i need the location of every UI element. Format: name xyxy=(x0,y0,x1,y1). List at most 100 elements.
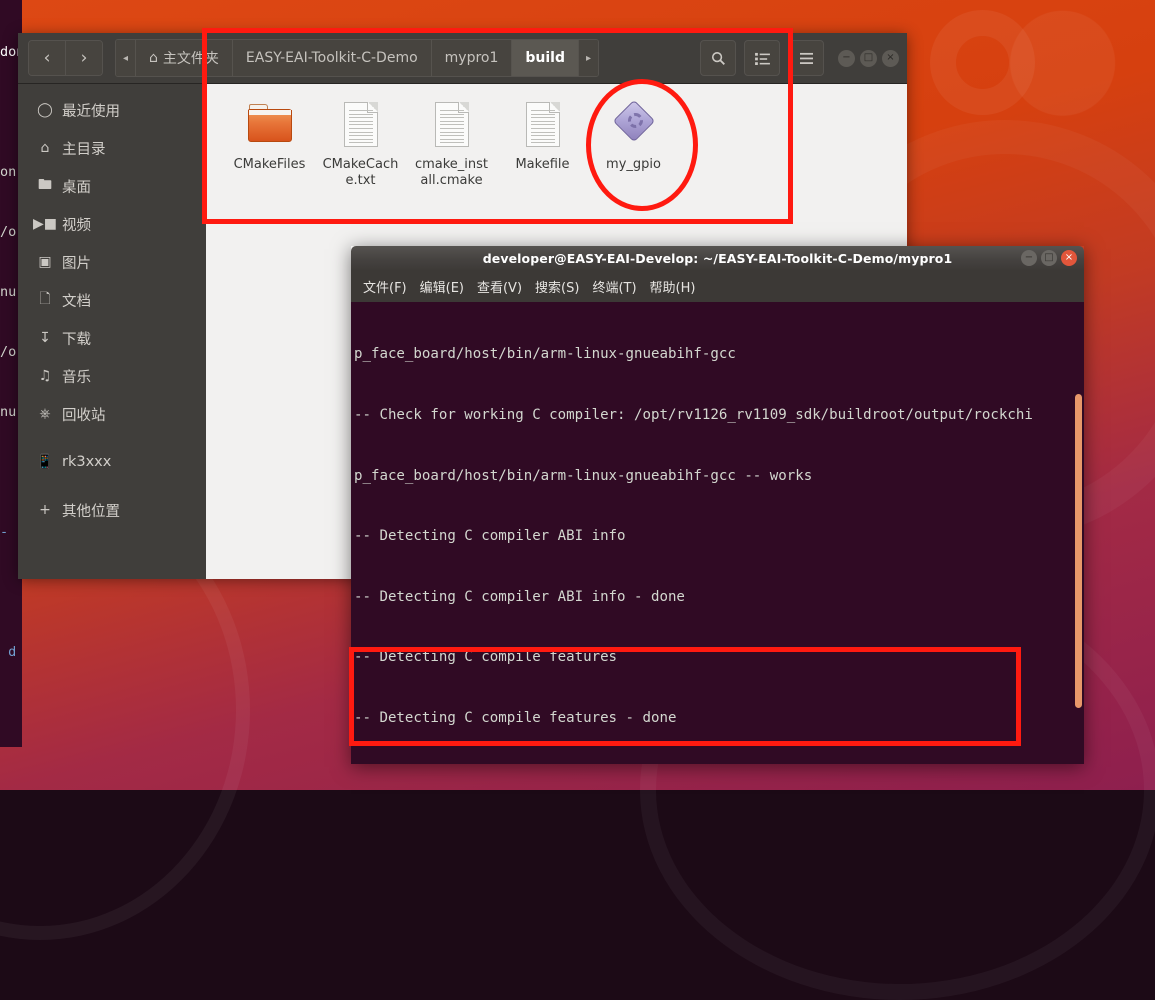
sidebar-item-pictures[interactable]: ▣ 图片 xyxy=(18,243,206,281)
text-file-icon xyxy=(337,100,385,152)
breadcrumb-label: 主文件夹 xyxy=(162,51,219,67)
bg-term-line xyxy=(0,702,22,722)
sidebar-item-home[interactable]: ⌂ 主目录 xyxy=(18,129,206,167)
breadcrumb: ◂ ⌂ 主文件夹 EASY-EAI-Toolkit-C-Demo mypro1 … xyxy=(115,39,600,77)
terminal-window-controls: − □ × xyxy=(1021,250,1077,266)
menu-item-view[interactable]: 查看(V) xyxy=(477,277,522,296)
text-file-icon xyxy=(428,100,476,152)
folder-icon: 🖿 xyxy=(38,177,52,193)
minimize-button[interactable]: − xyxy=(838,49,855,67)
file-item-cmakecache[interactable]: CMakeCache.txt xyxy=(315,96,406,188)
text-file-icon xyxy=(519,100,567,152)
search-icon[interactable] xyxy=(700,40,736,76)
sidebar-item-label: 回收站 xyxy=(62,407,106,424)
wallpaper-ring-decoration xyxy=(930,10,1035,115)
document-icon: 🗋 xyxy=(39,291,51,307)
sidebar-divider xyxy=(18,433,206,443)
sidebar-item-label: 文档 xyxy=(62,293,91,310)
folder-icon xyxy=(246,100,294,152)
trash-icon: ⎈ xyxy=(39,406,51,422)
sidebar-item-downloads[interactable]: ↧ 下载 xyxy=(18,319,206,357)
terminal-maximize-button[interactable]: □ xyxy=(1041,250,1057,266)
download-icon: ↧ xyxy=(39,330,51,346)
maximize-button[interactable]: □ xyxy=(860,49,877,67)
breadcrumb-item-build[interactable]: build xyxy=(512,40,579,76)
file-name: CMakeFiles xyxy=(233,157,306,172)
header-right-controls: − □ × xyxy=(692,40,907,76)
hamburger-menu-icon[interactable] xyxy=(788,40,824,76)
bg-term-line xyxy=(0,582,22,602)
breadcrumb-item-project[interactable]: EASY-EAI-Toolkit-C-Demo xyxy=(232,40,432,76)
sidebar-item-desktop[interactable]: 🖿 桌面 xyxy=(18,167,206,205)
menu-item-search[interactable]: 搜索(S) xyxy=(535,277,579,296)
file-item-cmake-install[interactable]: cmake_install.cmake xyxy=(406,96,497,188)
nav-button-group: ‹ › xyxy=(28,40,103,76)
video-icon: ▶■ xyxy=(33,216,57,232)
terminal-line: -- Detecting C compiler ABI info xyxy=(354,528,626,545)
file-name: my_gpio xyxy=(606,157,661,172)
plus-icon: + xyxy=(39,502,51,518)
device-icon: 📱 xyxy=(36,454,54,470)
terminal-window[interactable]: developer@EASY-EAI-Develop: ~/EASY-EAI-T… xyxy=(351,246,1084,764)
terminal-line: -- Detecting C compile features - done xyxy=(354,710,677,727)
sidebar-item-videos[interactable]: ▶■ 视频 xyxy=(18,205,206,243)
terminal-line: p_face_board/host/bin/arm-linux-gnueabih… xyxy=(354,467,813,484)
file-name: cmake_install.cmake xyxy=(414,157,489,188)
terminal-output[interactable]: p_face_board/host/bin/arm-linux-gnueabih… xyxy=(351,302,1084,764)
camera-icon: ▣ xyxy=(38,254,52,270)
terminal-title-bar[interactable]: developer@EASY-EAI-Develop: ~/EASY-EAI-T… xyxy=(351,246,1084,271)
sidebar-item-label: 图片 xyxy=(62,255,91,272)
sidebar-item-trash[interactable]: ⎈ 回收站 xyxy=(18,395,206,433)
terminal-menu-bar: 文件(F) 编辑(E) 查看(V) 搜索(S) 终端(T) 帮助(H) xyxy=(351,271,1084,302)
breadcrumb-label: EASY-EAI-Toolkit-C-Demo xyxy=(245,50,418,66)
file-manager-header: ‹ › ◂ ⌂ 主文件夹 EASY-EAI-Toolkit-C-Demo myp… xyxy=(18,33,907,84)
sidebar-item-other-locations[interactable]: + 其他位置 xyxy=(18,491,206,529)
sidebar-item-music[interactable]: ♫ 音乐 xyxy=(18,357,206,395)
file-manager-sidebar: ◯ 最近使用 ⌂ 主目录 🖿 桌面 ▶■ 视频 ▣ 图片 🗋 文档 ↧ 下载 ♫… xyxy=(18,84,206,579)
terminal-line: -- Detecting C compiler ABI info - done xyxy=(354,588,685,605)
bg-term-line: d xyxy=(0,644,17,660)
sidebar-item-documents[interactable]: 🗋 文档 xyxy=(18,281,206,319)
sidebar-item-label: rk3xxx xyxy=(62,454,112,470)
sidebar-item-rk3xxx[interactable]: 📱 rk3xxx xyxy=(18,443,206,481)
breadcrumb-prev-arrow[interactable]: ◂ xyxy=(116,40,137,76)
file-name: Makefile xyxy=(515,157,570,172)
close-button[interactable]: × xyxy=(882,49,899,67)
file-item-makefile[interactable]: Makefile xyxy=(497,96,588,188)
executable-icon xyxy=(610,99,658,152)
clock-icon: ◯ xyxy=(37,102,53,118)
terminal-scrollbar[interactable] xyxy=(1075,394,1082,708)
home-icon: ⌂ xyxy=(149,50,158,66)
terminal-minimize-button[interactable]: − xyxy=(1021,250,1037,266)
terminal-close-button[interactable]: × xyxy=(1061,250,1077,266)
menu-item-help[interactable]: 帮助(H) xyxy=(650,277,696,296)
breadcrumb-item-mypro1[interactable]: mypro1 xyxy=(431,40,513,76)
sidebar-item-label: 其他位置 xyxy=(62,503,120,520)
breadcrumb-next-arrow[interactable]: ▸ xyxy=(579,40,599,76)
breadcrumb-item-home[interactable]: ⌂ 主文件夹 xyxy=(136,40,233,76)
home-icon: ⌂ xyxy=(40,140,50,156)
menu-item-file[interactable]: 文件(F) xyxy=(363,277,407,296)
sidebar-item-recent[interactable]: ◯ 最近使用 xyxy=(18,91,206,129)
terminal-line: p_face_board/host/bin/arm-linux-gnueabih… xyxy=(354,346,736,363)
forward-icon[interactable]: › xyxy=(65,41,102,75)
sidebar-item-label: 最近使用 xyxy=(62,103,120,120)
music-icon: ♫ xyxy=(38,368,52,384)
breadcrumb-label: build xyxy=(525,50,565,66)
sidebar-item-label: 主目录 xyxy=(62,141,106,158)
terminal-line: -- Detecting C compile features xyxy=(354,649,618,666)
back-icon[interactable]: ‹ xyxy=(29,41,65,75)
terminal-title: developer@EASY-EAI-Develop: ~/EASY-EAI-T… xyxy=(482,251,953,266)
sidebar-item-label: 音乐 xyxy=(62,369,91,386)
breadcrumb-label: mypro1 xyxy=(444,50,499,66)
sidebar-item-label: 桌面 xyxy=(62,179,91,196)
list-view-icon[interactable] xyxy=(744,40,780,76)
terminal-line: -- Check for working C compiler: /opt/rv… xyxy=(354,407,1033,424)
window-controls: − □ × xyxy=(838,49,899,67)
sidebar-item-label: 视频 xyxy=(62,217,91,234)
menu-item-edit[interactable]: 编辑(E) xyxy=(420,277,464,296)
menu-item-terminal[interactable]: 终端(T) xyxy=(592,277,636,296)
sidebar-divider xyxy=(18,481,206,491)
file-item-cmakefiles[interactable]: CMakeFiles xyxy=(224,96,315,188)
file-item-my-gpio[interactable]: my_gpio xyxy=(588,96,679,188)
